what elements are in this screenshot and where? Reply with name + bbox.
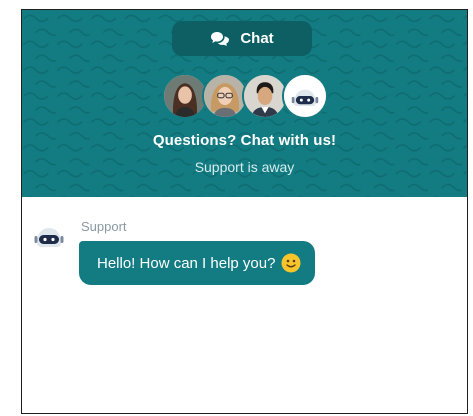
message-text: Hello! How can I help you?: [97, 254, 276, 272]
support-bot-avatar: [28, 215, 70, 257]
chat-tab-button[interactable]: Chat: [172, 21, 312, 56]
chat-bubbles-icon: [210, 31, 230, 47]
message-sender: Support: [81, 219, 127, 234]
message-bubble: Hello! How can I help you?: [79, 241, 316, 285]
agent-avatar-1: [161, 73, 208, 119]
chat-widget: Chat Questions? Chat with us! Support is…: [21, 9, 468, 414]
agent-avatar-group: [22, 73, 467, 119]
bot-avatar: [281, 73, 328, 119]
chat-header: Chat Questions? Chat with us! Support is…: [22, 10, 467, 197]
support-status: Support is away: [194, 159, 295, 175]
header-headline: Questions? Chat with us!: [152, 132, 337, 149]
chat-tab-label: Chat: [240, 30, 274, 47]
message-list: Support Hello! How can I help you?: [22, 197, 467, 413]
agent-avatar-2: [201, 73, 248, 119]
slightly-smiling-face-icon: [281, 253, 301, 273]
agent-avatar-3: [241, 73, 288, 119]
